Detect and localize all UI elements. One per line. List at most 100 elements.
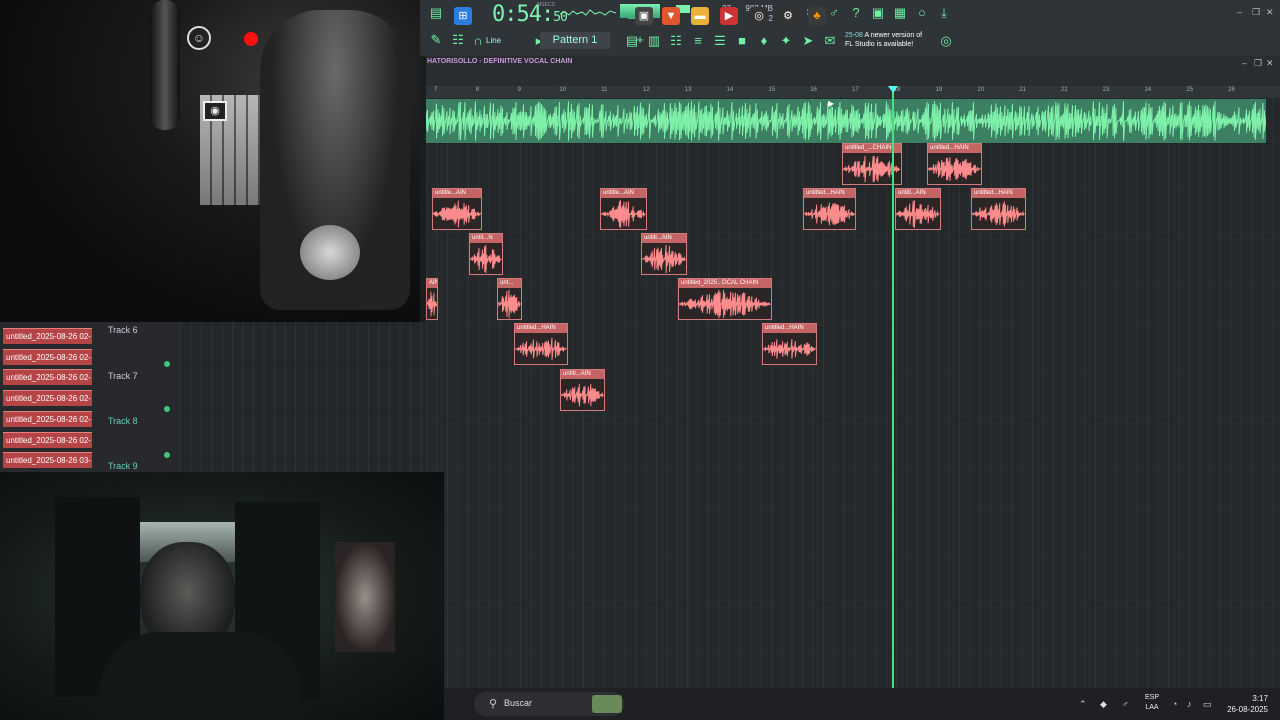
- app-icon[interactable]: ⚙: [779, 7, 797, 25]
- audio-clip[interactable]: untitled...HAIN: [971, 188, 1026, 230]
- audio-clip-label: untitled...HAIN: [763, 324, 816, 333]
- channel-button[interactable]: untitled_2025-08-26 02-: [3, 328, 92, 344]
- start-icon[interactable]: ⊞: [454, 7, 472, 25]
- channel-button[interactable]: untitled_2025-08-26 02-: [3, 431, 92, 448]
- piano-roll-icon[interactable]: ▥: [646, 33, 662, 49]
- restore-icon[interactable]: ❐: [1252, 7, 1260, 18]
- tray-mic-icon[interactable]: ♂: [1122, 699, 1129, 709]
- touch-controller-icon[interactable]: ✦: [778, 33, 794, 49]
- audio-clip-label: untitled_2025...OCAL CHAIN: [679, 279, 771, 288]
- master-waveform-path: [426, 101, 1266, 141]
- news-date: 25-08: [845, 32, 863, 39]
- playlist-close-icon[interactable]: ✕: [1266, 58, 1274, 69]
- globe-icon[interactable]: ◎: [938, 33, 954, 49]
- tray-app-icon[interactable]: ◆: [1100, 699, 1107, 710]
- channel-button[interactable]: untitled_2025-08-26 02-: [3, 369, 92, 386]
- timeline-ruler[interactable]: 7 8 9 10 11 12 13 14 15 16 17 18 19 20 21 22 23 24 25 26: [426, 86, 1280, 98]
- ruler-tick: 26: [1228, 87, 1235, 93]
- chat-icon[interactable]: ○: [914, 5, 930, 21]
- pattern-selector[interactable]: Pattern 1: [540, 32, 610, 49]
- minimize-icon[interactable]: –: [1237, 7, 1242, 17]
- playlist-grid[interactable]: [426, 98, 1280, 688]
- track-6-label[interactable]: Track 6: [108, 325, 138, 335]
- search-icon: ⚲: [488, 698, 498, 710]
- audio-clip-waveform: [642, 244, 686, 274]
- mixer-icon[interactable]: ≡: [690, 33, 706, 49]
- playhead[interactable]: [892, 86, 894, 688]
- audio-clip[interactable]: untitled...HAIN: [803, 188, 856, 230]
- audio-clip-label: untitle...AIN: [433, 189, 481, 198]
- playlist-icon[interactable]: ▤: [624, 33, 640, 49]
- audio-clip[interactable]: untitled...HAIN: [762, 323, 817, 365]
- audio-clip-label: unt...: [498, 279, 521, 288]
- audio-clip[interactable]: untit...N: [469, 233, 503, 275]
- audio-clip[interactable]: untitl...AIN: [560, 369, 605, 411]
- fl-studio-taskbar-icon[interactable]: ♣: [808, 7, 826, 25]
- ruler-tick: 16: [810, 87, 817, 93]
- playlist-minimize-icon[interactable]: –: [1242, 58, 1247, 68]
- audio-clip-waveform: [561, 383, 604, 407]
- battery-icon[interactable]: ▭: [1203, 699, 1212, 710]
- fl-menu-icon[interactable]: ▤: [428, 5, 444, 21]
- task-view-icon[interactable]: ▣: [635, 7, 653, 25]
- track-9-label[interactable]: Track 9: [108, 461, 138, 471]
- webcam-facecam: [0, 472, 444, 720]
- song-position-display[interactable]: 0:54:50: [492, 2, 568, 27]
- master-audio-clip[interactable]: [426, 99, 1266, 143]
- track-8-mute-led[interactable]: [164, 452, 170, 458]
- microphone-image: [150, 0, 180, 130]
- browser-icon[interactable]: ☰: [712, 33, 728, 49]
- channel-button[interactable]: untitled_2025-08-26 02-: [3, 348, 92, 365]
- audio-clip[interactable]: untitle...AIN: [600, 188, 647, 230]
- brave-browser-icon[interactable]: ▼: [662, 7, 680, 25]
- pencil-tool-icon[interactable]: ✎: [428, 32, 444, 48]
- close-icon[interactable]: ✕: [1266, 7, 1274, 18]
- file-explorer-icon[interactable]: ▬: [691, 7, 709, 25]
- audio-clip[interactable]: untitle...AIN: [432, 188, 482, 230]
- language-indicator[interactable]: ESP LAA: [1140, 693, 1164, 713]
- news-line-1: A newer version of: [864, 32, 923, 39]
- notes-icon[interactable]: ■: [734, 33, 750, 49]
- audio-clip[interactable]: untitl...AIN: [895, 188, 941, 230]
- audio-clip-label: untitled...HAIN: [804, 189, 855, 198]
- track-6-mute-led[interactable]: [164, 361, 170, 367]
- download-icon[interactable]: ⤓: [936, 5, 952, 21]
- stamp-tool-icon[interactable]: ☷: [450, 32, 466, 48]
- playhead-marker-icon[interactable]: [888, 86, 898, 93]
- channel-button[interactable]: untitled_2025-08-26 02-: [3, 390, 92, 407]
- save-icon[interactable]: ▣: [870, 5, 886, 21]
- mouse-cursor-icon: ▸: [828, 96, 835, 110]
- help-icon[interactable]: ?: [848, 5, 864, 21]
- plugin-icon[interactable]: ▦: [892, 5, 908, 21]
- channel-button[interactable]: untitled_2025-08-26 03-: [3, 452, 92, 469]
- channel-button[interactable]: untitled_2025-08-26 02-: [3, 410, 92, 427]
- link-icon[interactable]: ➤: [800, 33, 816, 49]
- track-7-label[interactable]: Track 7: [108, 371, 138, 381]
- oscilloscope: [560, 9, 616, 16]
- ruler-tick: 25: [1186, 87, 1194, 93]
- ruler-tick: 21: [1019, 87, 1026, 93]
- tray-chevron-icon[interactable]: ⌃: [1079, 699, 1087, 710]
- update-notice[interactable]: 25-08 A newer version of FL Studio is ava…: [845, 31, 922, 49]
- wifi-icon[interactable]: ◔: [1172, 699, 1177, 709]
- media-app-icon[interactable]: ▶: [720, 7, 738, 25]
- playlist-restore-icon[interactable]: ❐: [1254, 58, 1262, 69]
- audio-clip[interactable]: untitled...HAIN: [927, 143, 982, 185]
- plugin-picker-icon[interactable]: ♦: [756, 33, 772, 49]
- audio-clip[interactable]: untitled...HAIN: [514, 323, 568, 365]
- channel-rack-icon[interactable]: ☷: [668, 33, 684, 49]
- taskbar-clock[interactable]: 3:17 26-08-2025: [1222, 693, 1268, 715]
- volume-icon[interactable]: ♪: [1187, 699, 1192, 709]
- track-7-mute-led[interactable]: [164, 406, 170, 412]
- audio-clip[interactable]: AIN: [426, 278, 438, 320]
- audio-clip[interactable]: unt...: [497, 278, 522, 320]
- time-unit-label: MSECS: [537, 2, 555, 8]
- audio-clip[interactable]: untitl...AIN: [641, 233, 687, 275]
- news-icon[interactable]: ✉: [822, 33, 838, 49]
- obs-icon[interactable]: ◎: [750, 7, 768, 25]
- audio-clip[interactable]: untitled_2025...OCAL CHAIN: [678, 278, 772, 320]
- mic-icon[interactable]: ♂: [826, 5, 842, 21]
- track-8-label[interactable]: Track 8: [108, 416, 138, 426]
- ruler-tick: 13: [684, 87, 692, 93]
- audio-clip-waveform: [763, 339, 816, 359]
